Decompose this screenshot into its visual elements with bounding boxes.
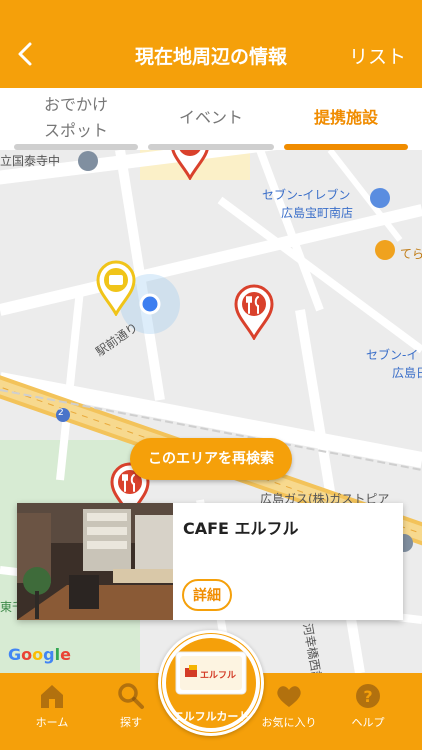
facility-name: CAFE エルフル bbox=[183, 519, 299, 538]
elful-card-label: エルフルカード bbox=[172, 710, 250, 723]
nav-home-label: ホーム bbox=[35, 716, 69, 729]
chevron-left-icon bbox=[18, 42, 32, 66]
tab-label-line1: イベント bbox=[178, 108, 243, 127]
nav-favorites-label: お気に入り bbox=[261, 716, 317, 729]
search-this-area-button[interactable]: このエリアを再検索 bbox=[130, 438, 292, 480]
tab-partner-facility[interactable]: 提携施設 bbox=[284, 105, 408, 150]
restaurant-pin[interactable] bbox=[168, 150, 212, 180]
facility-card[interactable]: CAFE エルフル 詳細 bbox=[17, 503, 403, 620]
heart-icon bbox=[277, 686, 301, 707]
facility-photo bbox=[17, 503, 173, 620]
tab-odekake-spot[interactable]: おでかけ スポット bbox=[14, 92, 138, 150]
shop-pin[interactable] bbox=[94, 260, 138, 316]
restaurant-pin[interactable] bbox=[232, 284, 276, 340]
map-label-seven2-branch: 広島日 bbox=[392, 366, 422, 380]
header-bar: 現在地周辺の情報 リスト bbox=[0, 0, 422, 88]
detail-button[interactable]: 詳細 bbox=[182, 579, 232, 611]
map-label-tera: てら bbox=[400, 247, 422, 261]
tab-event[interactable]: イベント bbox=[148, 105, 274, 150]
nav-search[interactable]: 探す bbox=[96, 681, 166, 730]
nav-home[interactable]: ホーム bbox=[17, 681, 87, 730]
help-icon: ? bbox=[356, 684, 380, 708]
map-label-seven1-branch: 広島宝町南店 bbox=[281, 206, 354, 220]
category-tabs: おでかけ スポット イベント 提携施設 bbox=[0, 88, 422, 150]
nav-help[interactable]: ? ヘルプ bbox=[333, 681, 403, 730]
list-button[interactable]: リスト bbox=[349, 42, 406, 69]
nav-help-label: ヘルプ bbox=[351, 716, 385, 729]
tab-label-line1: おでかけ bbox=[43, 95, 108, 114]
card-logo-text: エルフル bbox=[200, 671, 237, 681]
back-button[interactable] bbox=[14, 36, 42, 72]
svg-text:?: ? bbox=[363, 687, 372, 706]
search-icon bbox=[118, 683, 144, 709]
google-logo: Google bbox=[8, 645, 71, 664]
route-number: 2 bbox=[58, 408, 64, 418]
tab-label-line1: 提携施設 bbox=[313, 108, 378, 127]
map-label-seven2-name: セブン-イ bbox=[366, 348, 419, 362]
map-label-school: 立国泰寺中 bbox=[0, 154, 61, 168]
nav-search-label: 探す bbox=[120, 716, 142, 729]
nav-favorites[interactable]: お気に入り bbox=[254, 681, 324, 730]
tab-label-line2: スポット bbox=[43, 121, 108, 140]
home-icon bbox=[41, 685, 63, 708]
map-label-seven1-name: セブン-イレブン bbox=[262, 188, 351, 202]
